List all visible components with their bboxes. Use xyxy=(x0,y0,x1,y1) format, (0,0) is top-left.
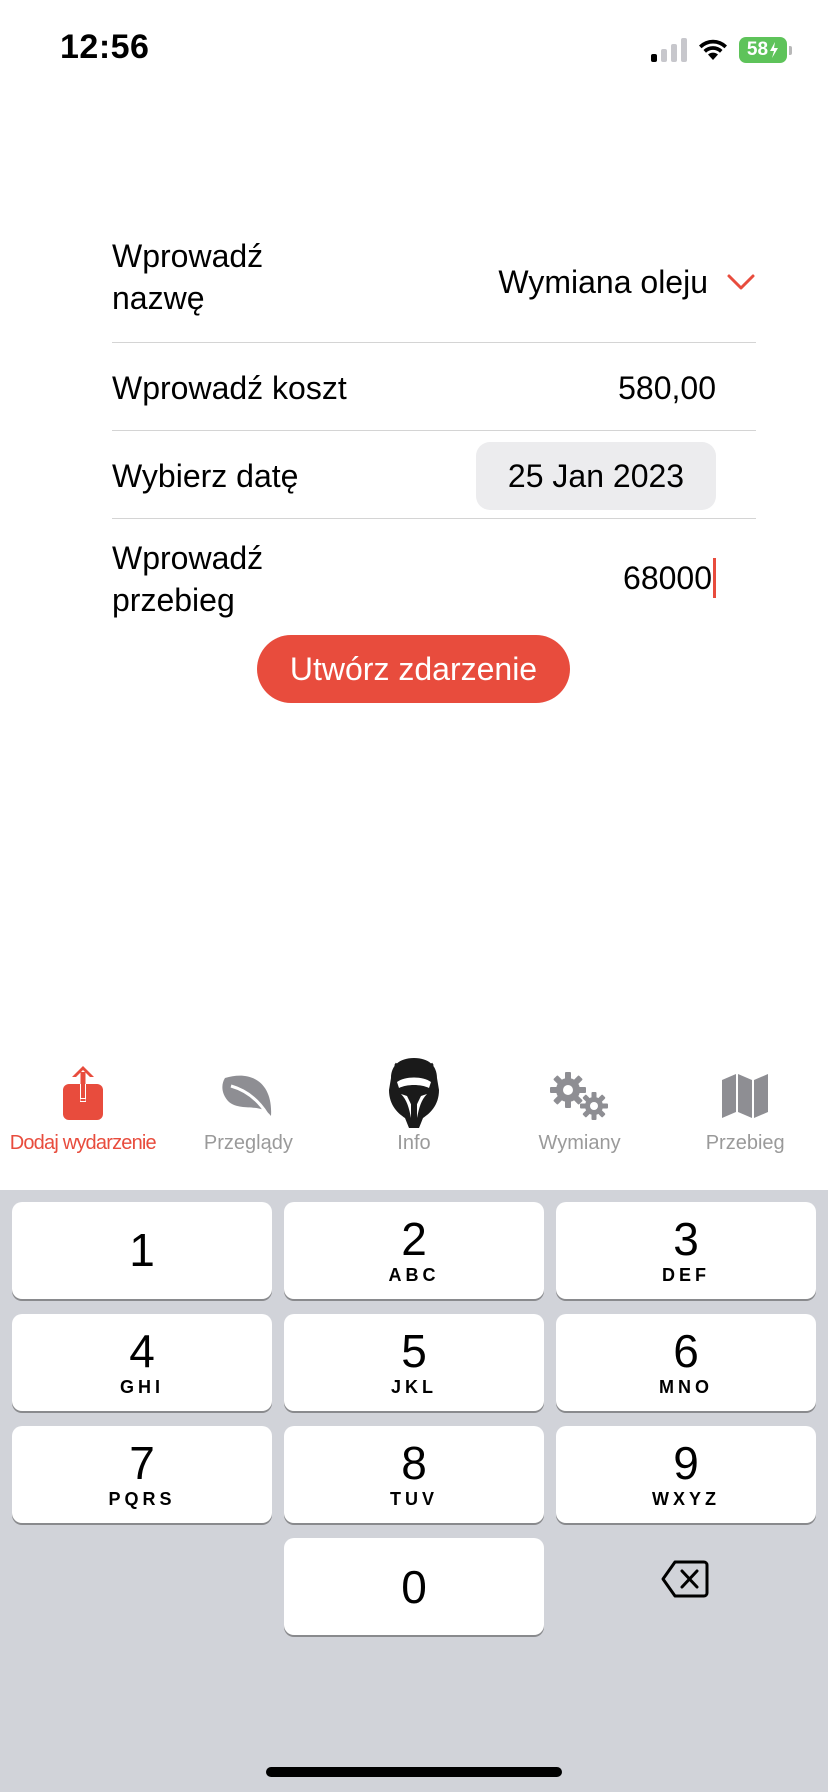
name-label: Wprowadź nazwę xyxy=(112,238,264,316)
key-letters: JKL xyxy=(390,1377,437,1397)
key-letters: PQRS xyxy=(108,1489,176,1509)
key-letters: TUV xyxy=(390,1489,438,1509)
key-0[interactable]: 0 xyxy=(284,1538,544,1635)
mileage-input[interactable]: 68000 xyxy=(623,557,716,599)
home-indicator xyxy=(266,1767,562,1777)
tab-label: Przeglądy xyxy=(203,1132,293,1154)
key-6[interactable]: 6 MNO xyxy=(556,1314,816,1411)
key-digit: 3 xyxy=(673,1213,699,1265)
battery-icon: 58 xyxy=(739,37,792,63)
tab-label: Info xyxy=(397,1132,431,1154)
key-3[interactable]: 3 DEF xyxy=(556,1202,816,1299)
date-label: Wybierz datę xyxy=(112,458,299,494)
key-1[interactable]: 1 xyxy=(12,1202,272,1299)
tab-mileage[interactable]: Przebieg xyxy=(662,1050,828,1190)
date-row: Wybierz datę 25 Jan 2023 xyxy=(112,431,756,519)
key-letters: WXYZ xyxy=(652,1489,720,1509)
key-digit: 5 xyxy=(401,1325,427,1377)
signal-icon xyxy=(651,38,687,62)
mileage-label: Wprowadź przebieg xyxy=(112,540,264,618)
key-digit: 8 xyxy=(401,1437,427,1489)
numeric-keyboard: 1 2 ABC 3 DEF 4 GHI 5 JKL 6 MNO 7 PQRS 8… xyxy=(0,1190,828,1792)
key-digit: 6 xyxy=(673,1325,699,1377)
battery-level: 58 xyxy=(746,39,769,60)
key-digit: 1 xyxy=(129,1223,155,1276)
cost-input[interactable]: 580,00 xyxy=(618,367,716,409)
chevron-down-icon xyxy=(727,274,755,290)
key-9[interactable]: 9 WXYZ xyxy=(556,1426,816,1523)
key-8[interactable]: 8 TUV xyxy=(284,1426,544,1523)
key-4[interactable]: 4 GHI xyxy=(12,1314,272,1411)
share-upload-icon xyxy=(62,1066,103,1120)
tab-replacements[interactable]: Wymiany xyxy=(497,1050,663,1190)
key-digit: 4 xyxy=(129,1325,155,1377)
create-event-button[interactable]: Utwórz zdarzenie xyxy=(257,635,570,703)
map-icon xyxy=(722,1074,769,1118)
cost-row: Wprowadź koszt 580,00 xyxy=(112,343,756,431)
tab-label: Wymiany xyxy=(538,1132,621,1154)
tab-add-event[interactable]: Dodaj wydarzenie xyxy=(0,1050,166,1190)
mileage-value: 68000 xyxy=(623,560,712,596)
charging-bolt-icon xyxy=(770,42,779,58)
key-5[interactable]: 5 JKL xyxy=(284,1314,544,1411)
status-bar: 12:56 58 xyxy=(0,0,828,100)
delete-key[interactable] xyxy=(555,1530,815,1627)
key-letters: DEF xyxy=(662,1265,710,1285)
key-2[interactable]: 2 ABC xyxy=(284,1202,544,1299)
motorcycle-logo-icon xyxy=(388,1058,439,1128)
key-letters: GHI xyxy=(119,1377,164,1397)
mileage-row: Wprowadź przebieg 68000 xyxy=(112,519,756,629)
status-icons: 58 xyxy=(651,34,792,66)
tab-info[interactable]: Info xyxy=(331,1050,497,1190)
name-row[interactable]: Wprowadź nazwę Wymiana oleju xyxy=(112,225,756,343)
name-picker[interactable]: Wymiana oleju xyxy=(498,261,756,303)
key-letters: MNO xyxy=(659,1377,713,1397)
backspace-icon xyxy=(661,1560,709,1597)
wifi-icon xyxy=(699,39,727,60)
key-digit: 0 xyxy=(401,1560,427,1613)
event-form: Wprowadź nazwę Wymiana oleju Wprowadź ko… xyxy=(112,225,756,629)
tab-label: Dodaj wydarzenie xyxy=(9,1132,157,1154)
gears-icon xyxy=(549,1072,608,1120)
key-digit: 7 xyxy=(129,1437,155,1489)
status-time: 12:56 xyxy=(60,28,150,66)
leaf-icon xyxy=(222,1075,272,1116)
key-digit: 2 xyxy=(401,1213,427,1265)
date-picker-button[interactable]: 25 Jan 2023 xyxy=(476,442,716,510)
text-cursor xyxy=(713,558,716,598)
tab-label: Przebieg xyxy=(705,1132,785,1154)
key-digit: 9 xyxy=(673,1437,699,1489)
cost-label: Wprowadź koszt xyxy=(112,370,347,406)
name-value: Wymiana oleju xyxy=(498,264,708,300)
tab-inspections[interactable]: Przeglądy xyxy=(166,1050,332,1190)
tab-bar: Dodaj wydarzenie Przeglądy Info Wymiany … xyxy=(0,1050,828,1190)
key-7[interactable]: 7 PQRS xyxy=(12,1426,272,1523)
key-letters: ABC xyxy=(388,1265,440,1285)
